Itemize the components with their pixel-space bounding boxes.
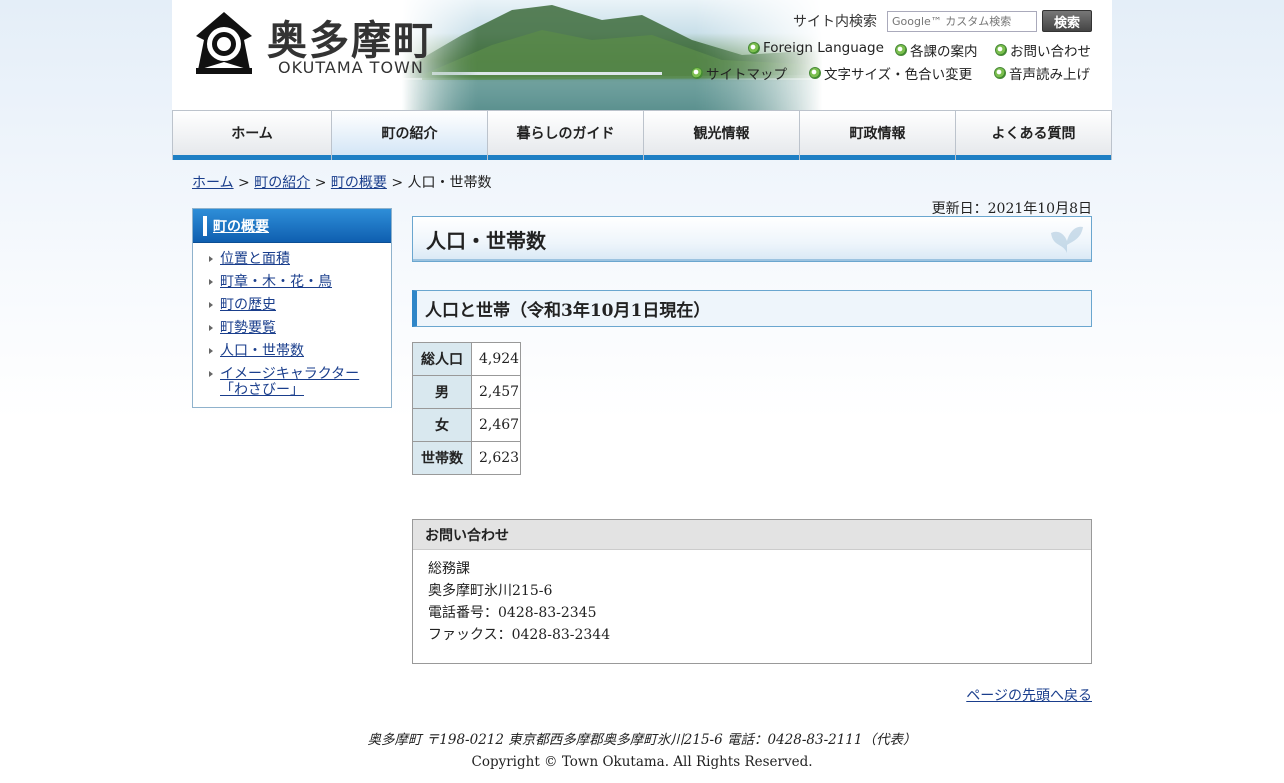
contact-phone: 電話番号：0428-83-2345 (428, 605, 597, 621)
table-row: 女 2,467 (412, 408, 521, 442)
sidebar-item: 位置と面積 (193, 247, 391, 270)
breadcrumb-separator: > (238, 175, 250, 191)
departments-link[interactable]: 各課の案内 (895, 40, 978, 60)
town-emblem-icon (196, 12, 252, 74)
main-content: 更新日：2021年10月8日 人口・世帯数 人口と世帯（令和3年10月1日現在）… (412, 194, 1092, 705)
page: 奥多摩町 OKUTAMA TOWN サイト内検索 検索 Foreign Lang… (172, 0, 1112, 773)
row-header: 総人口 (412, 342, 472, 376)
arrow-bullet-icon (691, 67, 703, 79)
row-value: 2,457 (471, 375, 521, 409)
heading-bar-decoration (203, 215, 207, 236)
breadcrumb-town-intro[interactable]: 町の紹介 (254, 175, 310, 191)
nav-town-intro[interactable]: 町の紹介 (331, 110, 487, 160)
sidebar-item: 町章・木・花・鳥 (193, 270, 391, 293)
sidebar-title-link[interactable]: 町の概要 (213, 216, 269, 236)
sidebar: 町の概要 位置と面積 町章・木・花・鳥 町の歴史 町勢要覧 人口・世帯数 イメー… (192, 208, 392, 408)
sidebar-item-history[interactable]: 町の歴史 (220, 297, 276, 313)
row-header: 男 (412, 375, 472, 409)
sidebar-item: 町の歴史 (193, 293, 391, 316)
content-area: 町の概要 位置と面積 町章・木・花・鳥 町の歴史 町勢要覧 人口・世帯数 イメー… (172, 194, 1112, 714)
sidebar-item-town-profile[interactable]: 町勢要覧 (220, 320, 276, 336)
table-row: 世帯数 2,623 (412, 441, 521, 475)
nav-town-government[interactable]: 町政情報 (799, 110, 955, 160)
contact-body: 総務課 奥多摩町氷川215-6 電話番号：0428-83-2345 ファックス：… (413, 550, 1091, 654)
search-input[interactable] (887, 11, 1037, 32)
sidebar-heading: 町の概要 (193, 209, 391, 243)
arrow-bullet-icon (895, 44, 907, 56)
sidebar-item: イメージキャラクター「わさびー」 (193, 362, 391, 401)
sidebar-item-town-symbols[interactable]: 町章・木・花・鳥 (220, 274, 332, 290)
contact-fax: ファックス：0428-83-2344 (428, 627, 611, 643)
table-row: 総人口 4,924 (412, 342, 521, 376)
sidebar-item-mascot[interactable]: イメージキャラクター「わさびー」 (220, 366, 359, 398)
nav-tourism[interactable]: 観光情報 (643, 110, 799, 160)
site-search-label: サイト内検索 (793, 14, 877, 30)
arrow-bullet-icon (995, 44, 1007, 56)
arrow-bullet-icon (748, 42, 760, 54)
back-to-top-row: ページの先頭へ戻る (412, 685, 1092, 705)
contact-link[interactable]: お問い合わせ (995, 40, 1091, 60)
butterfly-icon (1051, 226, 1083, 253)
page-title-box: 人口・世帯数 (412, 216, 1092, 262)
population-table: 総人口 4,924 男 2,457 女 2,467 世帯数 2,623 (412, 342, 521, 475)
row-value: 4,924 (471, 342, 521, 376)
row-header: 女 (412, 408, 472, 442)
table-row: 男 2,457 (412, 375, 521, 409)
contact-box: お問い合わせ 総務課 奥多摩町氷川215-6 電話番号：0428-83-2345… (412, 519, 1092, 664)
breadcrumb: ホーム > 町の紹介 > 町の概要 > 人口・世帯数 (192, 172, 1112, 194)
foreign-language-link[interactable]: Foreign Language (748, 40, 884, 56)
contact-heading: お問い合わせ (413, 520, 1091, 550)
row-value: 2,467 (471, 408, 521, 442)
row-header: 世帯数 (412, 441, 472, 475)
sidebar-item: 町勢要覧 (193, 316, 391, 339)
breadcrumb-home[interactable]: ホーム (192, 175, 234, 191)
row-value: 2,623 (471, 441, 521, 475)
contact-address: 奥多摩町氷川215-6 (428, 583, 553, 599)
breadcrumb-town-overview[interactable]: 町の概要 (331, 175, 387, 191)
nav-living-guide[interactable]: 暮らしのガイド (487, 110, 643, 160)
back-to-top-link[interactable]: ページの先頭へ戻る (966, 688, 1092, 704)
search-button[interactable]: 検索 (1042, 10, 1092, 32)
page-title: 人口・世帯数 (426, 228, 546, 253)
global-nav: ホーム 町の紹介 暮らしのガイド 観光情報 町政情報 よくある質問 (172, 110, 1112, 160)
nav-home[interactable]: ホーム (172, 110, 331, 160)
section-heading-box: 人口と世帯（令和3年10月1日現在） (412, 290, 1092, 327)
arrow-bullet-icon (809, 67, 821, 79)
site-footer: 奥多摩町 〒198-0212 東京都西多摩郡奥多摩町氷川215-6 電話：042… (172, 729, 1112, 773)
footer-address: 奥多摩町 〒198-0212 東京都西多摩郡奥多摩町氷川215-6 電話：042… (367, 732, 917, 748)
breadcrumb-current: 人口・世帯数 (407, 175, 492, 191)
breadcrumb-separator: > (391, 175, 404, 191)
text-to-speech-link[interactable]: 音声読み上げ (994, 63, 1090, 83)
contact-department: 総務課 (428, 561, 470, 577)
site-header: 奥多摩町 OKUTAMA TOWN サイト内検索 検索 Foreign Lang… (172, 0, 1112, 110)
sidebar-item-location-area[interactable]: 位置と面積 (220, 251, 290, 267)
font-size-color-link[interactable]: 文字サイズ・色合い変更 (809, 63, 972, 83)
sidebar-list: 位置と面積 町章・木・花・鳥 町の歴史 町勢要覧 人口・世帯数 イメージキャラク… (193, 243, 391, 407)
logo-title-en[interactable]: OKUTAMA TOWN (278, 58, 424, 77)
breadcrumb-separator: > (314, 175, 327, 191)
updated-date: 更新日：2021年10月8日 (931, 201, 1092, 217)
sidebar-item: 人口・世帯数 (193, 339, 391, 362)
section-heading: 人口と世帯（令和3年10月1日現在） (425, 301, 711, 321)
sitemap-link[interactable]: サイトマップ (691, 63, 787, 83)
arrow-bullet-icon (994, 67, 1006, 79)
sidebar-item-population[interactable]: 人口・世帯数 (220, 343, 304, 359)
footer-copyright: Copyright © Town Okutama. All Rights Res… (471, 754, 813, 770)
nav-faq[interactable]: よくある質問 (955, 110, 1112, 160)
